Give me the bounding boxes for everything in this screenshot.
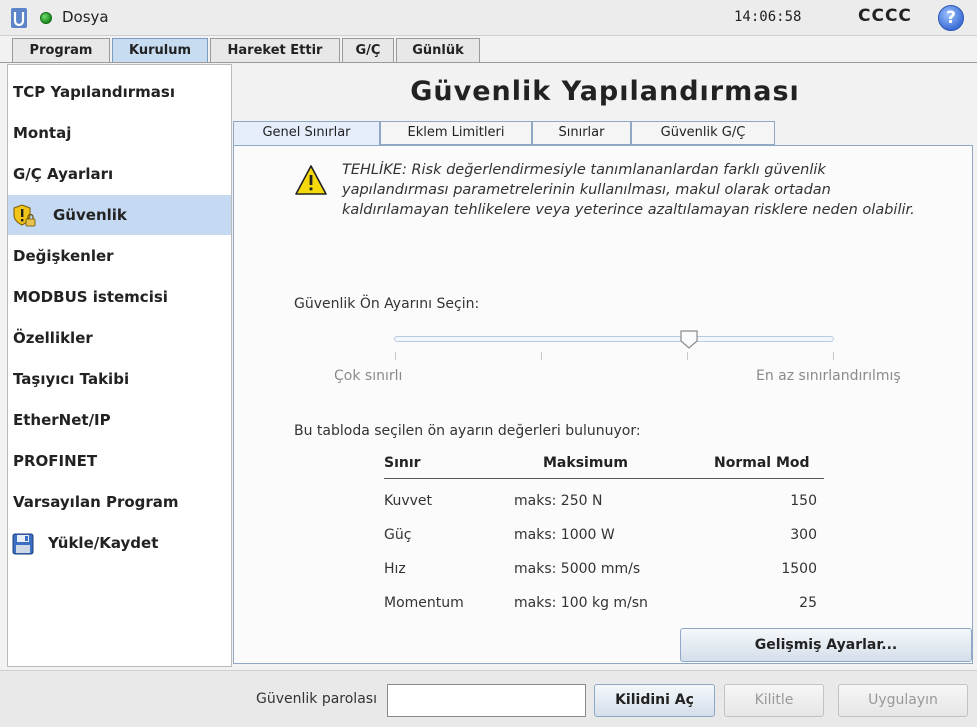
safety-password-field[interactable] <box>387 684 586 717</box>
tab-hareket-ettir[interactable]: Hareket Ettir <box>210 38 340 63</box>
slider-tick <box>395 352 396 360</box>
sidebar-item-modbus[interactable]: MODBUS istemcisi <box>8 277 231 317</box>
slider-min-label: Çok sınırlı <box>334 368 403 384</box>
table-cell: maks: 5000 mm/s <box>514 561 641 577</box>
column-header: Sınır <box>384 455 421 471</box>
general-limits-panel: TEHLİKE: Risk değerlendirmesiyle tanımla… <box>233 145 973 664</box>
sidebar-item-label: TCP Yapılandırması <box>13 83 175 101</box>
sidebar-item-montaj[interactable]: Montaj <box>8 113 231 153</box>
table-description: Bu tabloda seçilen ön ayarın değerleri b… <box>294 423 641 439</box>
slider-tick <box>541 352 542 360</box>
top-bar: Dosya 14:06:58 CCCC ? <box>0 0 977 36</box>
sidebar-item-profinet[interactable]: PROFINET <box>8 441 231 481</box>
tab-sinirlar[interactable]: Sınırlar <box>532 121 631 145</box>
sidebar-item-label: Yükle/Kaydet <box>48 534 159 552</box>
sidebar-item-label: Değişkenler <box>13 247 114 265</box>
warning-icon <box>295 165 327 195</box>
tab-gc[interactable]: G/Ç <box>342 38 394 63</box>
table-cell: 25 <box>799 595 817 611</box>
password-label: Güvenlik parolası <box>256 691 377 707</box>
slider-tick <box>687 352 688 360</box>
column-header: Normal Mod <box>714 455 810 471</box>
slider-max-label: En az sınırlandırılmış <box>756 368 901 384</box>
slider-thumb[interactable] <box>679 329 699 349</box>
danger-warning-text: TEHLİKE: Risk değerlendirmesiyle tanımla… <box>342 162 915 218</box>
sidebar-item-label: Güvenlik <box>53 206 127 224</box>
unlock-button[interactable]: Kilidini Aç <box>594 684 715 717</box>
tab-eklem-limitleri[interactable]: Eklem Limitleri <box>380 121 532 145</box>
sidebar-item-label: G/Ç Ayarları <box>13 165 114 183</box>
table-cell: 150 <box>790 493 817 509</box>
sidebar-item-tcp[interactable]: TCP Yapılandırması <box>8 72 231 112</box>
sidebar-item-ozellikler[interactable]: Özellikler <box>8 318 231 358</box>
preset-slider[interactable] <box>394 336 834 342</box>
bottom-bar: Güvenlik parolası Kilidini Aç Kilitle Uy… <box>0 670 977 727</box>
clock: 14:06:58 <box>734 9 802 25</box>
tab-guvenlik-gc[interactable]: Güvenlik G/Ç <box>631 121 775 145</box>
sidebar-item-load-save[interactable]: Yükle/Kaydet <box>8 523 231 563</box>
ur-logo-icon <box>11 8 27 28</box>
table-cell: maks: 100 kg m/sn <box>514 595 648 611</box>
tab-program[interactable]: Program <box>12 38 110 63</box>
table-cell: Hız <box>384 561 406 577</box>
sidebar-item-label: Montaj <box>13 124 72 142</box>
main-tabs: Program Kurulum Hareket Ettir G/Ç Günlük <box>0 38 977 63</box>
safety-shield-lock-icon <box>13 204 36 227</box>
robot-status-icon <box>40 12 52 24</box>
tab-gunluk[interactable]: Günlük <box>396 38 480 63</box>
tab-genel-sinirlar[interactable]: Genel Sınırlar <box>233 121 380 145</box>
page-title: Güvenlik Yapılandırması <box>410 76 800 107</box>
table-cell: maks: 1000 W <box>514 527 615 543</box>
apply-button[interactable]: Uygulayın <box>838 684 968 717</box>
sidebar-item-label: Özellikler <box>13 329 93 347</box>
sidebar-item-default-program[interactable]: Varsayılan Program <box>8 482 231 522</box>
slider-tick <box>833 352 834 360</box>
sidebar: TCP Yapılandırması Montaj G/Ç Ayarları G… <box>7 64 232 667</box>
sidebar-item-ethernet-ip[interactable]: EtherNet/IP <box>8 400 231 440</box>
file-menu[interactable]: Dosya <box>62 8 109 26</box>
sidebar-item-label: MODBUS istemcisi <box>13 288 168 306</box>
sidebar-item-label: EtherNet/IP <box>13 411 111 429</box>
sidebar-item-degiskenler[interactable]: Değişkenler <box>8 236 231 276</box>
help-icon[interactable]: ? <box>938 5 964 31</box>
tab-divider <box>0 62 977 63</box>
table-cell: 300 <box>790 527 817 543</box>
advanced-settings-button[interactable]: Gelişmiş Ayarlar... <box>680 628 972 662</box>
preset-label: Güvenlik Ön Ayarını Seçin: <box>294 296 480 312</box>
sidebar-item-label: Varsayılan Program <box>13 493 179 511</box>
sidebar-item-io-settings[interactable]: G/Ç Ayarları <box>8 154 231 194</box>
tab-kurulum[interactable]: Kurulum <box>112 38 208 63</box>
sidebar-item-conveyor[interactable]: Taşıyıcı Takibi <box>8 359 231 399</box>
table-cell: Güç <box>384 527 412 543</box>
table-cell: maks: 250 N <box>514 493 603 509</box>
robot-name: CCCC <box>858 6 912 26</box>
sidebar-item-label: PROFINET <box>13 452 98 470</box>
main-content: Güvenlik Yapılandırması Genel Sınırlar E… <box>233 64 977 667</box>
floppy-disk-icon <box>12 533 34 555</box>
header-rule <box>384 478 824 479</box>
sidebar-item-label: Taşıyıcı Takibi <box>13 370 130 388</box>
sidebar-item-guvenlik[interactable]: Güvenlik <box>8 195 231 235</box>
table-cell: Momentum <box>384 595 464 611</box>
column-header: Maksimum <box>543 455 628 471</box>
lock-button[interactable]: Kilitle <box>724 684 824 717</box>
table-cell: 1500 <box>781 561 817 577</box>
table-cell: Kuvvet <box>384 493 433 509</box>
